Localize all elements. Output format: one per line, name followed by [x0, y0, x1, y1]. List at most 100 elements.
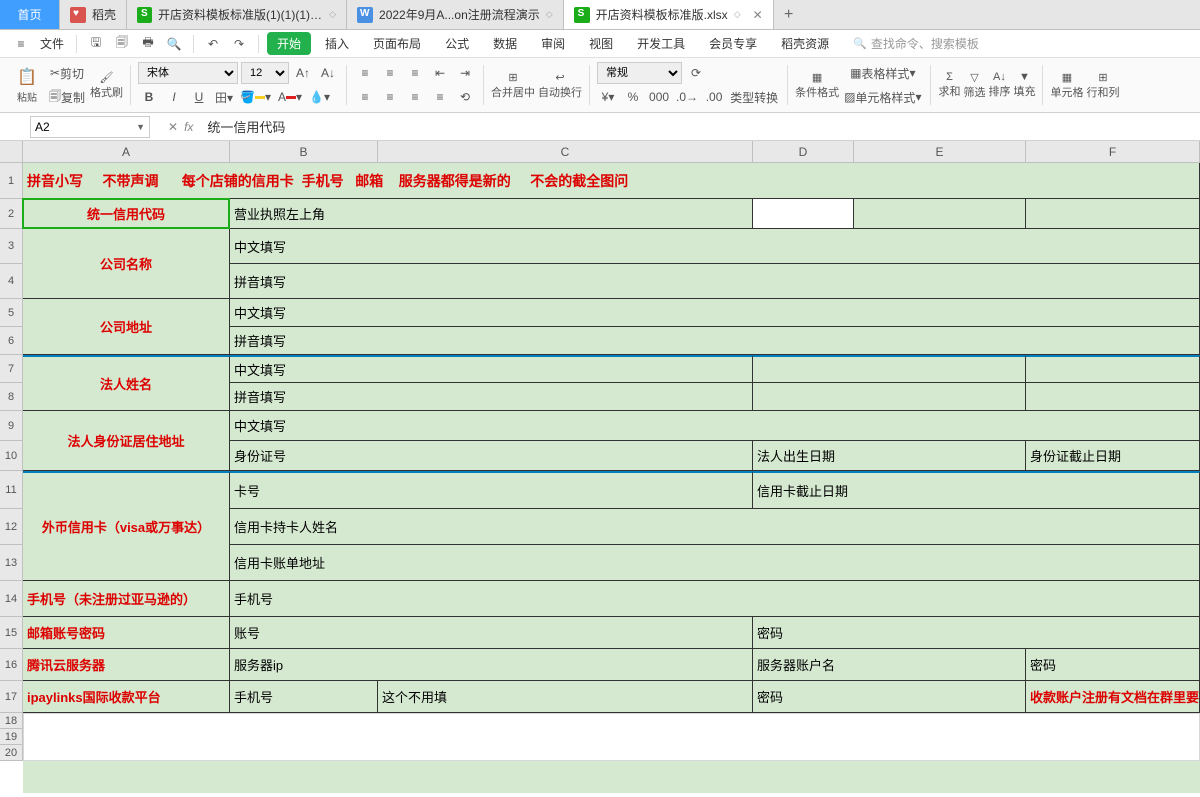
- row-header-8[interactable]: 8: [0, 383, 23, 411]
- row-header-13[interactable]: 13: [0, 545, 23, 581]
- row-header-3[interactable]: 3: [0, 229, 23, 264]
- empty-rows[interactable]: [23, 713, 1200, 761]
- fontcolor-button[interactable]: A▾: [276, 86, 304, 108]
- thousands-icon[interactable]: 000: [647, 86, 671, 108]
- align-middle-icon[interactable]: ≡: [379, 62, 401, 84]
- fillcolor-button[interactable]: 🪣▾: [238, 86, 273, 108]
- cell-a7-a8[interactable]: 法人姓名: [23, 355, 230, 411]
- cut-button[interactable]: ✂ 剪切: [47, 62, 87, 84]
- sum-button[interactable]: Σ求和: [938, 71, 960, 99]
- filter-button[interactable]: ▽筛选: [963, 71, 985, 100]
- tab-file2[interactable]: 2022年9月A...on注册流程演示◇: [347, 0, 564, 29]
- row-header-4[interactable]: 4: [0, 264, 23, 299]
- add-tab-button[interactable]: +: [774, 0, 804, 29]
- ribbon-tab-docer[interactable]: 稻壳资源: [771, 32, 839, 55]
- row-header-17[interactable]: 17: [0, 681, 23, 713]
- ribbon-tab-formula[interactable]: 公式: [435, 32, 479, 55]
- cell-d2[interactable]: [753, 199, 854, 229]
- ribbon-tab-devtools[interactable]: 开发工具: [627, 32, 695, 55]
- ribbon-tab-start[interactable]: 开始: [267, 32, 311, 55]
- cell-b9[interactable]: 中文填写: [230, 411, 1200, 441]
- tab-file1[interactable]: 开店资料模板标准版(1)(1)(1).xlsx◇: [127, 0, 347, 29]
- wrap-button[interactable]: ↩自动换行: [538, 71, 582, 100]
- currency-icon[interactable]: ¥▾: [597, 86, 619, 108]
- menu-icon[interactable]: ≡: [10, 33, 32, 55]
- cell-d15[interactable]: 密码: [753, 617, 1200, 649]
- cell-e2[interactable]: [854, 199, 1026, 229]
- row-header-19[interactable]: 19: [0, 729, 23, 745]
- cell-reference-box[interactable]: A2▼: [30, 116, 150, 138]
- file-menu[interactable]: 文件: [36, 35, 68, 52]
- row-header-20[interactable]: 20: [0, 745, 23, 761]
- cell-f7[interactable]: [1026, 355, 1200, 383]
- fill-button[interactable]: ▼填充: [1013, 71, 1035, 99]
- cell-a11-a13[interactable]: 外币信用卡（visa或万事达）: [23, 471, 230, 581]
- print-icon[interactable]: 🖶: [137, 33, 159, 55]
- cell-d17[interactable]: 密码: [753, 681, 1026, 713]
- indent-decrease-icon[interactable]: ⇤: [429, 62, 451, 84]
- row-header-1[interactable]: 1: [0, 163, 23, 199]
- cell-b2[interactable]: 营业执照左上角: [230, 199, 753, 229]
- condfmt-button[interactable]: ▦条件格式: [795, 71, 839, 100]
- percent-icon[interactable]: %: [622, 86, 644, 108]
- close-icon[interactable]: ✕: [753, 8, 763, 22]
- col-header-c[interactable]: C: [378, 141, 753, 163]
- ribbon-tab-data[interactable]: 数据: [483, 32, 527, 55]
- tablestyle-button[interactable]: ▦ 表格样式▾: [842, 62, 923, 84]
- copy-button[interactable]: 🗐 复制: [47, 86, 87, 108]
- row-header-12[interactable]: 12: [0, 509, 23, 545]
- redo-icon[interactable]: ↷: [228, 33, 250, 55]
- row-header-6[interactable]: 6: [0, 327, 23, 355]
- bold-button[interactable]: B: [138, 86, 160, 108]
- align-left-icon[interactable]: ≡: [354, 86, 376, 108]
- cell-f10[interactable]: 身份证截止日期: [1026, 441, 1200, 471]
- mergecenter-button[interactable]: ⊞合并居中: [491, 71, 535, 100]
- row-header-15[interactable]: 15: [0, 617, 23, 649]
- cell-b8[interactable]: 拼音填写: [230, 383, 753, 411]
- cell-d11[interactable]: 信用卡截止日期: [753, 471, 1200, 509]
- select-all-corner[interactable]: [0, 141, 23, 163]
- pin-icon[interactable]: ◇: [329, 9, 336, 20]
- cell-a14[interactable]: 手机号（未注册过亚马逊的）: [23, 581, 230, 617]
- cell-f8[interactable]: [1026, 383, 1200, 411]
- cell-a1-header[interactable]: 拼音小写 不带声调 每个店铺的信用卡 手机号 邮箱 服务器都得是新的 不会的截全…: [23, 163, 1200, 199]
- cell-d8[interactable]: [753, 383, 1026, 411]
- cell-b5[interactable]: 中文填写: [230, 299, 1200, 327]
- typeconvert-button[interactable]: 类型转换: [728, 86, 780, 108]
- row-header-16[interactable]: 16: [0, 649, 23, 681]
- ribbon-tab-insert[interactable]: 插入: [315, 32, 359, 55]
- row-header-18[interactable]: 18: [0, 713, 23, 729]
- ribbon-tab-review[interactable]: 审阅: [531, 32, 575, 55]
- col-header-a[interactable]: A: [23, 141, 230, 163]
- ribbon-tab-pagelayout[interactable]: 页面布局: [363, 32, 431, 55]
- row-header-7[interactable]: 7: [0, 355, 23, 383]
- chevron-down-icon[interactable]: ▼: [136, 122, 145, 132]
- underline-button[interactable]: U: [188, 86, 210, 108]
- align-top-icon[interactable]: ≡: [354, 62, 376, 84]
- orientation-icon[interactable]: ⟲: [454, 86, 476, 108]
- fx-cancel-icon[interactable]: ✕: [168, 120, 178, 134]
- cell-a17[interactable]: ipaylinks国际收款平台: [23, 681, 230, 713]
- cell-c17[interactable]: 这个不用填: [378, 681, 753, 713]
- undo-icon[interactable]: ↶: [202, 33, 224, 55]
- tab-home[interactable]: 首页: [0, 0, 60, 29]
- row-header-14[interactable]: 14: [0, 581, 23, 617]
- tab-kesa[interactable]: 稻壳: [60, 0, 127, 29]
- col-header-d[interactable]: D: [753, 141, 854, 163]
- search-input[interactable]: 查找命令、搜索模板: [853, 35, 979, 52]
- cell-a9-a10[interactable]: 法人身份证居住地址: [23, 411, 230, 471]
- paste-button[interactable]: 📋粘贴: [10, 62, 44, 108]
- col-header-e[interactable]: E: [854, 141, 1026, 163]
- ribbon-tab-view[interactable]: 视图: [579, 32, 623, 55]
- cell-a16[interactable]: 腾讯云服务器: [23, 649, 230, 681]
- ribbon-tab-member[interactable]: 会员专享: [699, 32, 767, 55]
- cell-area[interactable]: 拼音小写 不带声调 每个店铺的信用卡 手机号 邮箱 服务器都得是新的 不会的截全…: [23, 163, 1200, 793]
- formatpainter-button[interactable]: 🖌格式刷: [90, 71, 123, 100]
- cell-a2[interactable]: 统一信用代码: [23, 199, 230, 229]
- pin-icon[interactable]: ◇: [734, 9, 741, 20]
- cell-b3[interactable]: 中文填写: [230, 229, 1200, 264]
- cell-b15[interactable]: 账号: [230, 617, 753, 649]
- sort-button[interactable]: A↓排序: [988, 71, 1010, 99]
- row-header-9[interactable]: 9: [0, 411, 23, 441]
- font-grow-icon[interactable]: A↑: [292, 62, 314, 84]
